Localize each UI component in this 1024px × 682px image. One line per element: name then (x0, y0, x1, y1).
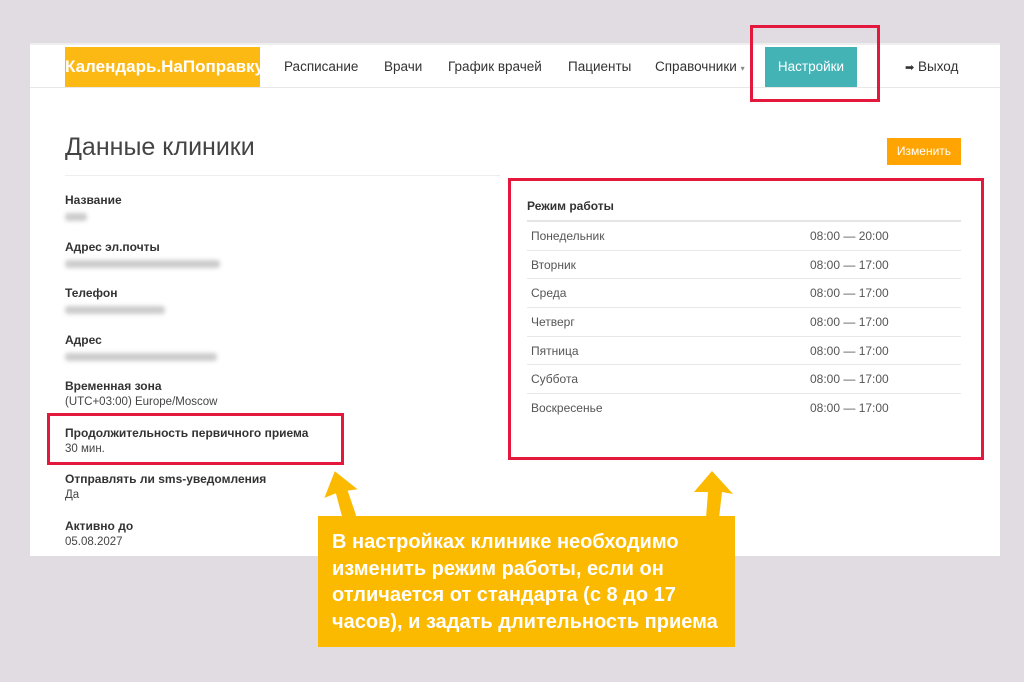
highlight-working-hours (508, 178, 984, 460)
nav-directories[interactable]: Справочники ▾ (655, 59, 745, 74)
divider (65, 175, 500, 176)
field-value: (UTC+03:00) Europe/Moscow (65, 396, 218, 408)
nav-doctors[interactable]: Врачи (384, 59, 422, 74)
nav-schedule[interactable]: Расписание (284, 59, 358, 74)
field-sms: Отправлять ли sms-уведомления Да (65, 472, 266, 501)
field-value: 05.08.2027 (65, 536, 123, 548)
field-label: Временная зона (65, 379, 162, 393)
logout-label: Выход (917, 59, 959, 74)
instruction-callout: В настройках клинике необходимо изменить… (318, 516, 735, 647)
logo[interactable]: Календарь.НаПоправку (65, 47, 264, 87)
logout-link[interactable]: ➡ Выход (905, 59, 958, 74)
highlight-settings (750, 25, 880, 102)
field-value: Да (65, 489, 80, 501)
redacted-value (65, 353, 217, 361)
sign-out-icon: ➡ (905, 62, 915, 74)
field-address: Адрес (65, 333, 217, 361)
field-phone: Телефон (65, 286, 165, 314)
page-title: Данные клиники (65, 133, 255, 161)
nav-doctor-schedule[interactable]: График врачей (448, 59, 542, 74)
field-label: Адрес эл.почты (65, 240, 160, 254)
field-label: Отправлять ли sms-уведомления (65, 472, 267, 486)
caret-down-icon: ▾ (740, 64, 745, 73)
redacted-value (65, 260, 220, 268)
arrow-up-left-icon (324, 471, 358, 518)
nav-patients[interactable]: Пациенты (568, 59, 631, 74)
field-timezone: Временная зона (UTC+03:00) Europe/Moscow (65, 379, 217, 408)
arrow-up-right-icon (694, 471, 733, 518)
redacted-value (65, 213, 87, 221)
nav-directories-label: Справочники (655, 59, 737, 74)
field-active-until: Активно до 05.08.2027 (65, 519, 133, 548)
field-label: Адрес (65, 333, 102, 347)
field-label: Активно до (65, 519, 134, 533)
field-email: Адрес эл.почты (65, 240, 220, 268)
redacted-value (65, 306, 165, 314)
field-label: Название (65, 193, 122, 207)
edit-button[interactable]: Изменить (887, 138, 961, 165)
field-name: Название (65, 193, 122, 221)
highlight-duration (47, 413, 344, 465)
field-label: Телефон (65, 286, 118, 300)
